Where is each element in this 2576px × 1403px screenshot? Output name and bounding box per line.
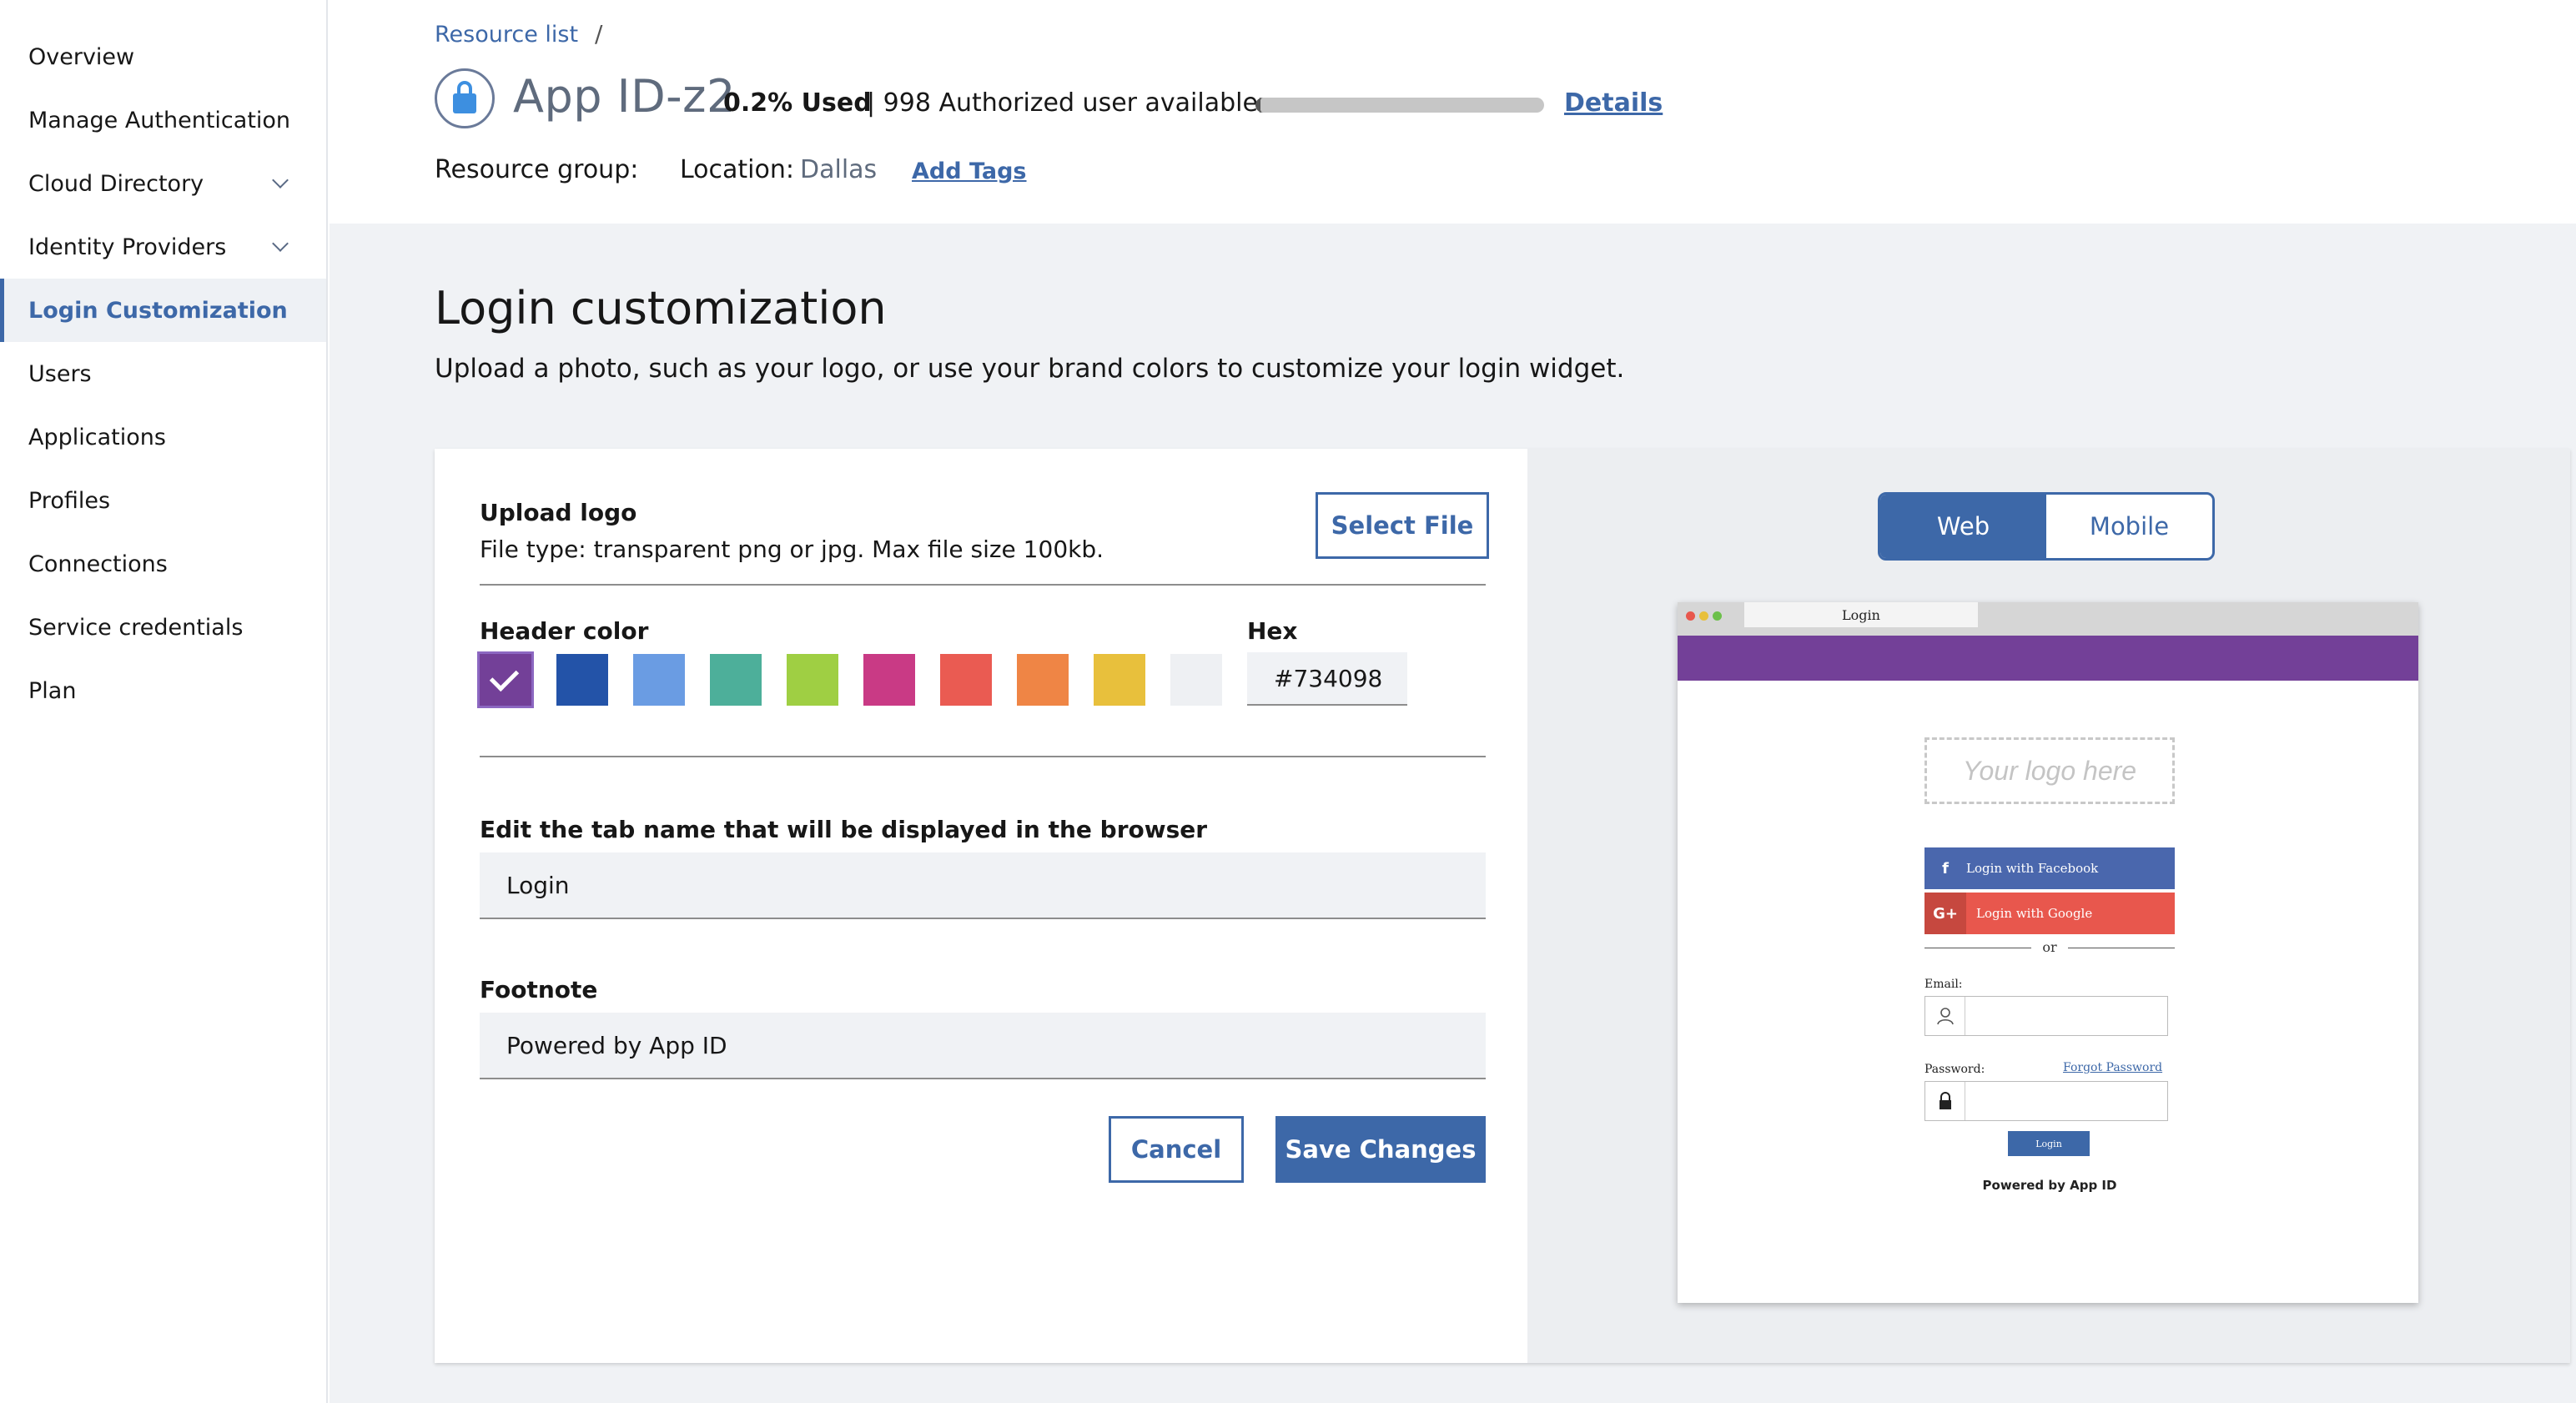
toggle-web[interactable]: Web: [1880, 495, 2046, 558]
breadcrumb-separator: /: [595, 20, 603, 48]
resource-header: Resource list / App ID-z2 0.2% Used | 99…: [330, 0, 2576, 224]
app-title: App ID-z2: [513, 70, 736, 123]
sidebar-item-label: Manage Authentication: [28, 107, 291, 133]
sidebar-item-cloud-directory[interactable]: Cloud Directory: [0, 152, 326, 215]
color-swatch-dark-blue[interactable]: [556, 654, 608, 706]
hex-label: Hex: [1247, 617, 1298, 645]
preview-header-bar: [1678, 636, 2418, 681]
sidebar-item-label: Users: [28, 360, 92, 387]
upload-logo-title: Upload logo: [480, 499, 637, 526]
window-close-dot: [1686, 611, 1695, 621]
forgot-password-link: Forgot Password: [2063, 1061, 2163, 1074]
breadcrumb-resource-list[interactable]: Resource list: [435, 22, 578, 48]
chevron-down-icon: [272, 172, 289, 189]
resource-group-label: Resource group:: [435, 155, 639, 184]
add-tags-link[interactable]: Add Tags: [912, 158, 1027, 184]
color-swatch-light-gray[interactable]: [1170, 654, 1222, 706]
sidebar-item-plan[interactable]: Plan: [0, 659, 326, 722]
email-label: Email:: [1924, 978, 1963, 991]
sidebar-item-profiles[interactable]: Profiles: [0, 469, 326, 532]
upload-logo-help: File type: transparent png or jpg. Max f…: [480, 536, 1104, 563]
window-maximize-dot: [1713, 611, 1722, 621]
facebook-login-button: f Login with Facebook: [1924, 847, 2175, 889]
footnote-label: Footnote: [480, 976, 598, 1003]
sidebar-item-label: Cloud Directory: [28, 170, 204, 197]
usage-progress-bar: [1255, 98, 1544, 113]
tab-name-input[interactable]: [480, 852, 1486, 919]
sidebar-item-identity-providers[interactable]: Identity Providers: [0, 215, 326, 279]
page-title: Login customization: [435, 282, 887, 334]
sidebar-item-label: Overview: [28, 43, 135, 70]
or-text: or: [2042, 939, 2057, 955]
color-swatch-light-blue[interactable]: [633, 654, 685, 706]
sidebar-item-label: Plan: [28, 677, 77, 704]
sidebar-item-manage-authentication[interactable]: Manage Authentication: [0, 88, 326, 152]
browser-preview: Login Your logo here f Login with Facebo…: [1678, 602, 2418, 1303]
color-swatch-orange[interactable]: [1017, 654, 1069, 706]
logo-placeholder: Your logo here: [1924, 737, 2175, 804]
browser-tab-bar: Login: [1678, 602, 2418, 636]
header-color-label: Header color: [480, 617, 649, 645]
section-divider: [480, 756, 1486, 757]
lock-icon: [1925, 1082, 1965, 1120]
color-swatch-coral[interactable]: [940, 654, 992, 706]
details-link[interactable]: Details: [1564, 88, 1663, 118]
browser-tab-title: Login: [1842, 606, 1880, 623]
google-login-button: G+ Login with Google: [1924, 893, 2175, 934]
browser-tab: Login: [1744, 602, 1978, 627]
usage-percent: 0.2% Used: [723, 88, 872, 118]
main-content: Login customization Upload a photo, such…: [330, 224, 2576, 1403]
preview-footnote: Powered by App ID: [1982, 1178, 2117, 1193]
or-divider: or: [1924, 939, 2175, 956]
login-preview-panel: Web Mobile Login Your logo here f Login …: [1527, 449, 2570, 1363]
color-swatch-purple[interactable]: [477, 651, 534, 708]
sidebar-item-login-customization[interactable]: Login Customization: [0, 279, 326, 342]
customization-form: Upload logo File type: transparent png o…: [435, 449, 1527, 1363]
color-swatch-yellow[interactable]: [1094, 654, 1145, 706]
password-field-preview: [1924, 1081, 2168, 1121]
sidebar-item-label: Identity Providers: [28, 234, 227, 260]
sidebar-item-label: Profiles: [28, 487, 111, 514]
sidebar-nav: Overview Manage Authentication Cloud Dir…: [0, 0, 328, 1403]
toggle-mobile[interactable]: Mobile: [2046, 495, 2212, 558]
sidebar-item-connections[interactable]: Connections: [0, 532, 326, 596]
save-changes-button[interactable]: Save Changes: [1275, 1116, 1486, 1183]
customization-card: Upload logo File type: transparent png o…: [435, 449, 2570, 1363]
window-minimize-dot: [1699, 611, 1708, 621]
chevron-down-icon: [272, 235, 289, 252]
preview-device-toggle: Web Mobile: [1878, 492, 2215, 561]
section-divider: [480, 584, 1486, 586]
sidebar-item-overview[interactable]: Overview: [0, 25, 326, 88]
usage-detail: | 998 Authorized user available: [867, 88, 1258, 118]
sidebar-item-label: Applications: [28, 424, 166, 450]
password-label: Password:: [1924, 1063, 1985, 1076]
google-plus-icon: G+: [1924, 893, 1966, 934]
select-file-button[interactable]: Select File: [1316, 492, 1489, 559]
tab-name-label: Edit the tab name that will be displayed…: [480, 816, 1208, 843]
lock-icon: [435, 68, 495, 128]
facebook-login-label: Login with Facebook: [1966, 861, 2099, 876]
page-description: Upload a photo, such as your logo, or us…: [435, 354, 1625, 384]
sidebar-item-service-credentials[interactable]: Service credentials: [0, 596, 326, 659]
email-field-preview: [1924, 996, 2168, 1036]
location-label: Location:: [680, 155, 794, 184]
google-login-label: Login with Google: [1976, 906, 2093, 921]
cancel-button[interactable]: Cancel: [1109, 1116, 1244, 1183]
preview-login-button: Login: [2008, 1131, 2090, 1156]
sidebar-item-users[interactable]: Users: [0, 342, 326, 405]
sidebar-item-label: Connections: [28, 551, 168, 577]
facebook-icon: f: [1942, 859, 1949, 878]
location-value: Dallas: [800, 155, 878, 184]
color-swatch-lime[interactable]: [787, 654, 838, 706]
user-icon: [1925, 997, 1965, 1035]
hex-color-input[interactable]: [1247, 652, 1407, 706]
sidebar-item-label: Login Customization: [28, 297, 288, 324]
sidebar-item-applications[interactable]: Applications: [0, 405, 326, 469]
sidebar-item-label: Service credentials: [28, 614, 244, 641]
color-swatch-magenta[interactable]: [863, 654, 915, 706]
color-swatch-teal[interactable]: [710, 654, 762, 706]
footnote-input[interactable]: [480, 1013, 1486, 1079]
